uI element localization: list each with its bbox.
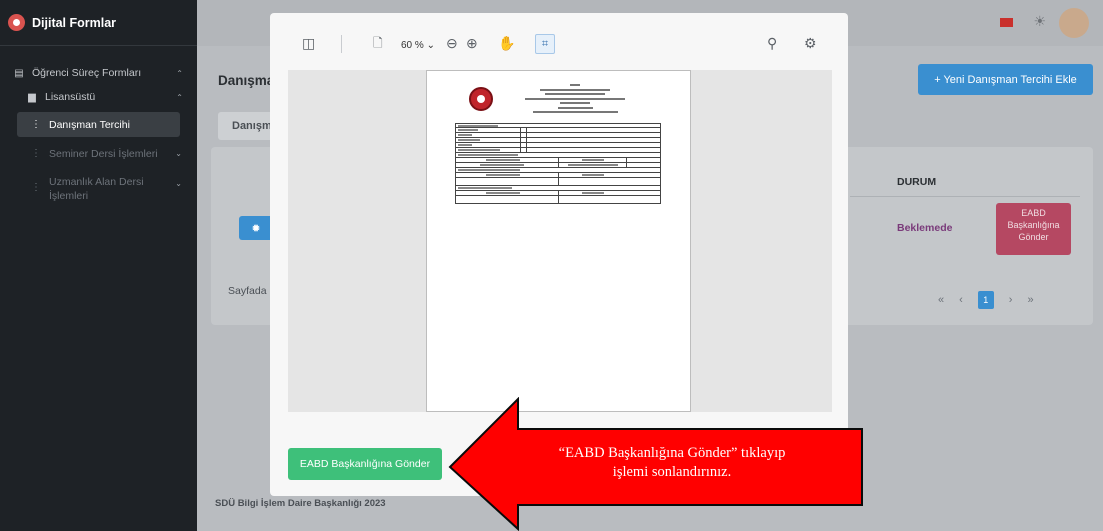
page-size-label: Sayfada	[228, 285, 267, 297]
sidebar-item-ogrenci-surec-formlari[interactable]: ▤ Öğrenci Süreç Formları ⌃	[0, 62, 197, 84]
pdf-canvas[interactable]	[288, 70, 832, 412]
theme-toggle-sun-icon[interactable]: ☀	[1033, 13, 1046, 30]
instruction-line-1: “EABD Başkanlığına Gönder” tıklayıp	[558, 445, 786, 461]
current-page-button[interactable]: 1	[977, 291, 994, 309]
form-icon: ▤	[14, 67, 24, 79]
row-settings-button[interactable]: ✹	[239, 216, 273, 240]
page-fit-icon[interactable]: 🗋	[373, 35, 383, 51]
row-send-to-eabd-button[interactable]: EABD Başkanlığına Gönder	[996, 203, 1071, 255]
gear-icon[interactable]: ⚙	[804, 35, 817, 51]
prev-page-button[interactable]: ‹	[959, 294, 963, 306]
status-badge: Beklemede	[897, 222, 953, 234]
hand-tool-icon[interactable]: ✋	[498, 35, 515, 51]
search-icon[interactable]: ⚲	[767, 35, 777, 51]
sidebar-item-label: Lisansüstü	[45, 91, 96, 103]
sidebar-item-label: Öğrenci Süreç Formları	[32, 67, 142, 79]
status-column-header: DURUM	[897, 176, 937, 188]
chevron-up-icon: ⌃	[176, 92, 183, 102]
vertical-dots-icon: ⋮	[31, 119, 41, 130]
sidebar-item-label: Uzmanlık Alan Dersi İşlemleri	[49, 176, 144, 202]
first-page-button[interactable]: «	[938, 294, 944, 306]
document-icon: ▆	[28, 91, 36, 103]
sidebar-item-seminer-dersi[interactable]: ⋮ Seminer Dersi İşlemleri ⌄	[17, 141, 182, 166]
pdf-page	[426, 70, 691, 412]
pdf-toolbar: ◫ 🗋 60 % ⌄ ⊖ ⊕ ✋ ⌗ ⚲ ⚙	[270, 13, 848, 73]
sidebar: Dijital Formlar ▤ Öğrenci Süreç Formları…	[0, 0, 197, 531]
university-logo-icon	[8, 14, 25, 31]
select-area-icon[interactable]: ⌗	[535, 34, 555, 54]
zoom-out-icon[interactable]: ⊖	[446, 35, 458, 51]
brand[interactable]: Dijital Formlar	[0, 0, 197, 46]
sidebar-item-label: Danışman Tercihi	[49, 118, 130, 131]
sidebar-item-uzmanlik-alan-dersi[interactable]: ⋮ Uzmanlık Alan Dersi İşlemleri ⌄	[17, 170, 182, 208]
sidebar-item-danisman-tercihi[interactable]: ⋮ Danışman Tercihi	[17, 112, 180, 137]
last-page-button[interactable]: »	[1027, 294, 1033, 306]
instruction-line-2: işlemi sonlandırınız.	[612, 464, 732, 480]
table-divider	[850, 196, 1080, 197]
instruction-text: “EABD Başkanlığına Gönder” tıklayıp işle…	[517, 444, 827, 482]
turkish-flag-icon[interactable]	[1000, 18, 1013, 27]
next-page-button[interactable]: ›	[1009, 294, 1013, 306]
vertical-dots-icon: ⋮	[31, 148, 41, 159]
chevron-down-icon: ⌄	[175, 149, 182, 158]
footer: SDÜ Bilgi İşlem Daire Başkanlığı 2023	[215, 498, 386, 509]
chevron-down-icon: ⌄	[175, 179, 182, 188]
avatar[interactable]	[1059, 8, 1089, 38]
chevron-up-icon: ⌃	[176, 68, 183, 78]
sidebar-nav: ▤ Öğrenci Süreç Formları ⌃ ▆ Lisansüstü …	[0, 46, 197, 208]
pagination: « ‹ 1 › »	[938, 291, 1034, 309]
pdf-header-lines	[515, 84, 635, 116]
university-seal-icon	[469, 87, 493, 111]
tab-danisman[interactable]: Danışm	[218, 112, 278, 140]
sidebar-item-label: Seminer Dersi İşlemleri	[49, 147, 158, 160]
pdf-form-table	[455, 123, 661, 204]
zoom-select[interactable]: 60 % ⌄	[401, 40, 435, 51]
vertical-dots-icon: ⋮	[31, 182, 41, 193]
sidebar-item-lisansustu[interactable]: ▆ Lisansüstü ⌃	[0, 86, 197, 108]
app-title: Dijital Formlar	[32, 15, 117, 30]
page-title: Danışma	[218, 73, 275, 88]
add-advisor-preference-button[interactable]: + Yeni Danışman Tercihi Ekle	[918, 64, 1093, 95]
toolbar-divider	[341, 35, 342, 53]
send-to-eabd-button[interactable]: EABD Başkanlığına Gönder	[288, 448, 442, 480]
zoom-in-icon[interactable]: ⊕	[466, 35, 478, 51]
sidebar-toggle-icon[interactable]: ◫	[302, 35, 315, 51]
gear-icon: ✹	[251, 222, 261, 235]
